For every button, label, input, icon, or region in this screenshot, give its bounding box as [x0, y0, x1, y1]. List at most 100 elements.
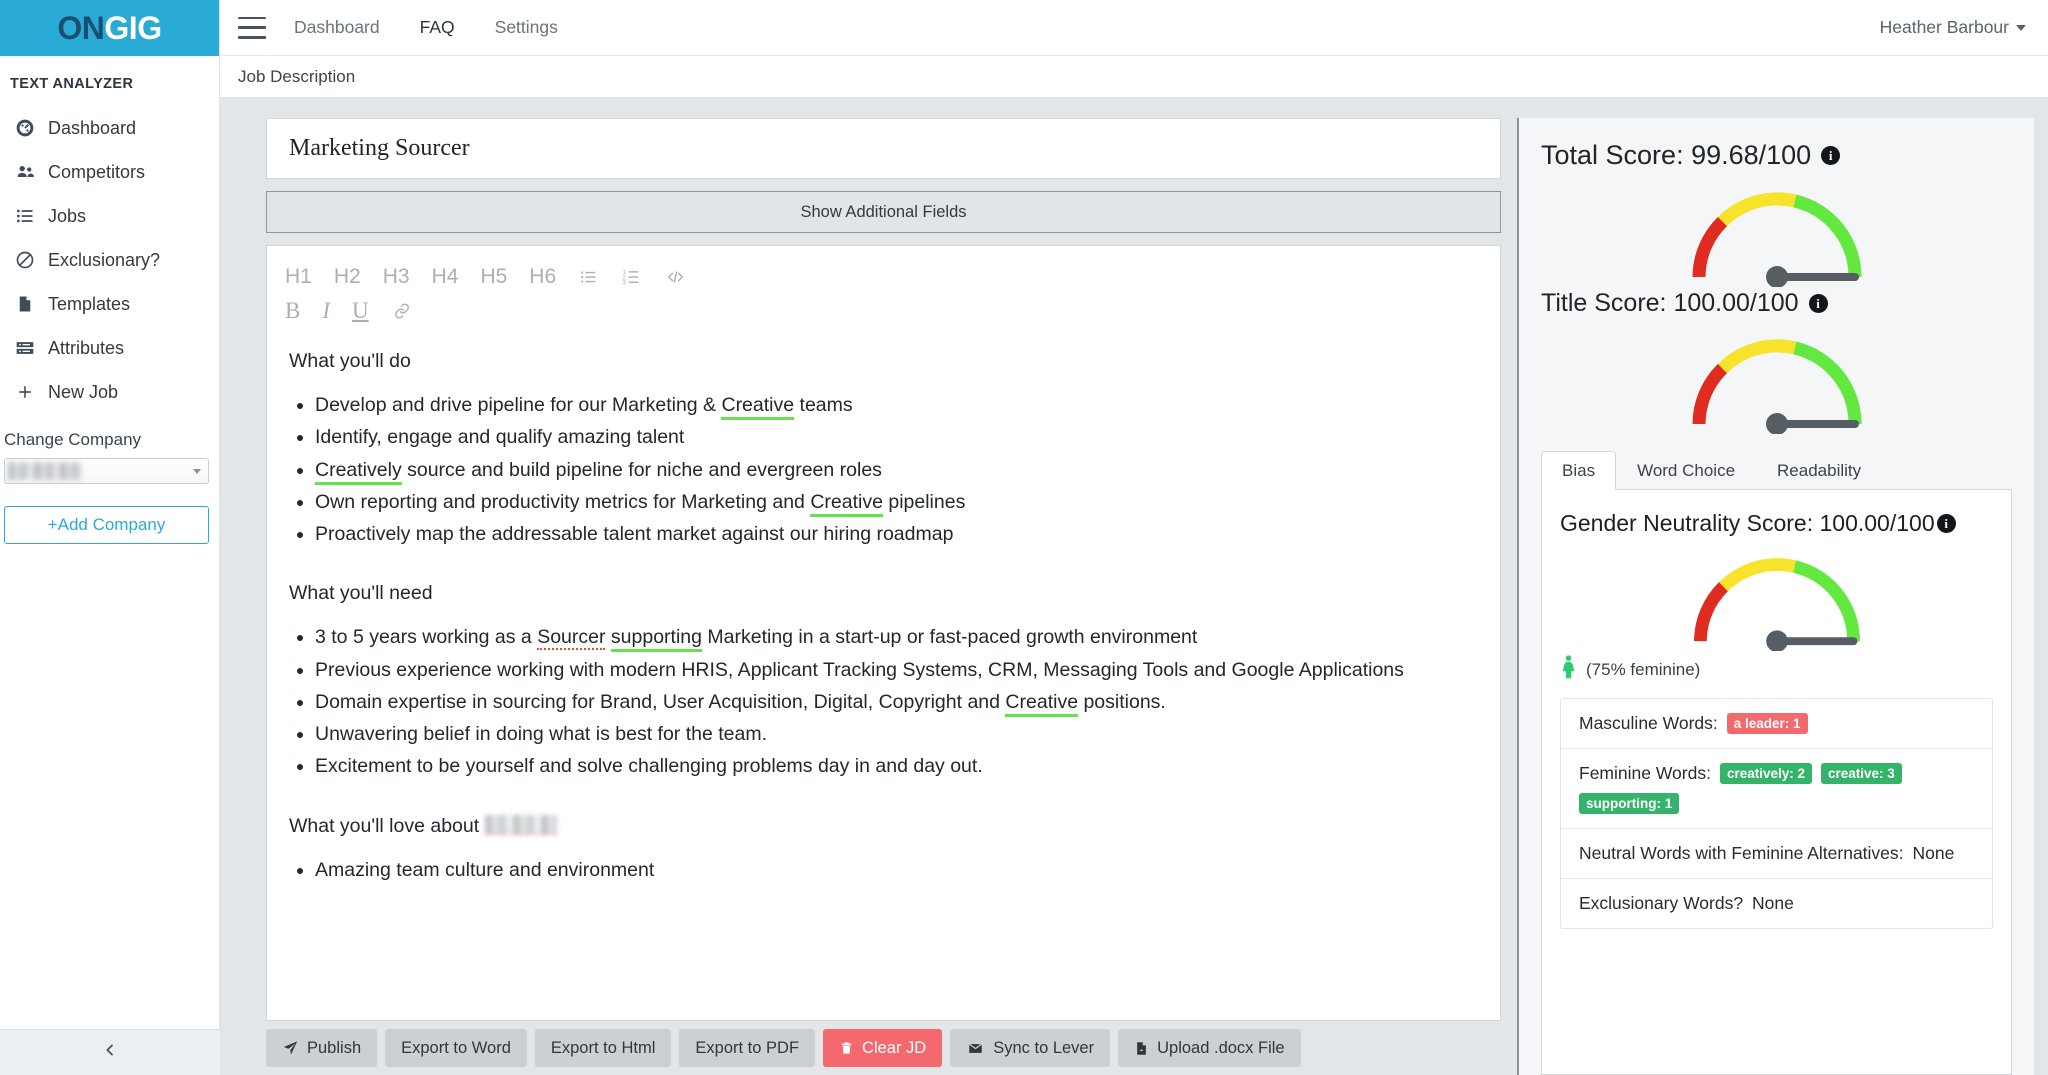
neutral-words-value: None [1913, 843, 1955, 864]
users-icon [14, 161, 36, 183]
toolbar-row-formatting: B I U [285, 294, 1482, 328]
show-additional-fields-label: Show Additional Fields [800, 203, 966, 222]
doc-bullet-list: Amazing team culture and environment [315, 856, 1478, 884]
sidebar-item-competitors[interactable]: Competitors [0, 150, 219, 194]
status-badge[interactable]: supporting: 1 [1579, 793, 1679, 814]
sidebar-item-templates[interactable]: Templates [0, 282, 219, 326]
app-root: ONGIG TEXT ANALYZER Dashboard Competitor… [0, 0, 2048, 1075]
sidebar-item-label: Jobs [48, 206, 86, 227]
title-score-heading: Title Score: 100.00/100 i [1541, 289, 2012, 318]
heading-1-icon[interactable]: H1 [285, 265, 312, 289]
brand-logo[interactable]: ONGIG [0, 0, 219, 56]
table-row: Feminine Words: creatively: 2 creative: … [1561, 749, 1992, 829]
doc-bullet-list: Develop and drive pipeline for our Marke… [315, 391, 1478, 548]
list-item: Unwavering belief in doing what is best … [315, 720, 1478, 748]
top-nav-settings[interactable]: Settings [495, 17, 558, 38]
main-area: Dashboard FAQ Settings Heather Barbour J… [220, 0, 2048, 1075]
company-select[interactable] [4, 458, 209, 484]
job-description-body[interactable]: What you'll do Develop and drive pipelin… [267, 332, 1500, 1020]
gender-neutrality-label: Gender Neutrality Score: 100.00/100 [1560, 510, 1935, 537]
heading-3-icon[interactable]: H3 [383, 265, 410, 289]
tab-readability[interactable]: Readability [1756, 451, 1882, 490]
publish-button[interactable]: Publish [266, 1029, 377, 1067]
svg-text:3: 3 [623, 281, 627, 287]
top-nav: Dashboard FAQ Settings [294, 17, 558, 38]
list-item: Amazing team culture and environment [315, 856, 1478, 884]
bias-table: Masculine Words: a leader: 1 Feminine Wo… [1560, 698, 1993, 929]
status-badge[interactable]: a leader: 1 [1727, 713, 1808, 734]
sidebar-item-label: Competitors [48, 162, 145, 183]
editor-column: Marketing Sourcer Show Additional Fields… [266, 118, 1501, 1075]
trash-icon [839, 1040, 854, 1056]
sidebar-item-label: New Job [48, 382, 118, 403]
title-score-label: Title Score: 100.00/100 [1541, 289, 1799, 318]
export-pdf-button[interactable]: Export to PDF [679, 1029, 815, 1067]
sidebar-item-new-job[interactable]: New Job [0, 370, 219, 414]
table-row: Neutral Words with Feminine Alternatives… [1561, 829, 1992, 879]
gauge-svg [1677, 543, 1877, 651]
status-badge[interactable]: creative: 3 [1821, 763, 1902, 784]
top-nav-dashboard[interactable]: Dashboard [294, 17, 380, 38]
bullet-list-icon[interactable] [578, 268, 599, 286]
list-item: Own reporting and productivity metrics f… [315, 488, 1478, 516]
score-panel: Total Score: 99.68/100 i Title Score: 10… [1517, 118, 2034, 1075]
company-value-redacted [8, 462, 82, 480]
change-company-label: Change Company [0, 414, 219, 458]
feminine-percent-label: (75% feminine) [1586, 660, 1700, 680]
sidebar-item-label: Exclusionary? [48, 250, 160, 271]
info-icon[interactable]: i [1937, 514, 1956, 533]
show-additional-fields-button[interactable]: Show Additional Fields [266, 191, 1501, 233]
sidebar-collapse-button[interactable] [0, 1029, 220, 1075]
bold-icon[interactable]: B [285, 298, 300, 324]
sidebar-item-exclusionary[interactable]: Exclusionary? [0, 238, 219, 282]
feminine-percent-row: (75% feminine) [1560, 655, 1993, 684]
spellcheck-underline: Sourcer [537, 626, 605, 650]
list-item: 3 to 5 years working as a Sourcer suppor… [315, 623, 1478, 651]
breadcrumb-label: Job Description [238, 67, 355, 87]
heading-6-icon[interactable]: H6 [529, 265, 556, 289]
heading-2-icon[interactable]: H2 [334, 265, 361, 289]
info-icon[interactable]: i [1809, 294, 1828, 313]
tab-bias[interactable]: Bias [1541, 451, 1616, 490]
add-company-button[interactable]: +Add Company [4, 506, 209, 544]
sidebar-item-label: Attributes [48, 338, 124, 359]
code-icon[interactable] [664, 268, 687, 286]
numbered-list-icon[interactable]: 123 [621, 268, 642, 286]
sidebar-item-jobs[interactable]: Jobs [0, 194, 219, 238]
status-badge[interactable]: creatively: 2 [1720, 763, 1812, 784]
hamburger-icon[interactable] [238, 17, 266, 39]
export-word-button[interactable]: Export to Word [385, 1029, 527, 1067]
list-item: Proactively map the addressable talent m… [315, 520, 1478, 548]
doc-heading: What you'll do [289, 350, 1478, 373]
file-upload-icon [1134, 1040, 1149, 1057]
link-icon[interactable] [391, 302, 413, 320]
logo-text-gig: GIG [104, 10, 161, 46]
gauge-svg [1677, 177, 1877, 287]
tab-word-choice[interactable]: Word Choice [1616, 451, 1756, 490]
underline-icon[interactable]: U [352, 298, 369, 324]
info-icon[interactable]: i [1821, 146, 1840, 165]
job-title-value: Marketing Sourcer [289, 135, 470, 161]
sync-to-lever-button[interactable]: Sync to Lever [950, 1029, 1110, 1067]
clear-jd-button[interactable]: Clear JD [823, 1029, 942, 1067]
doc-bullet-list: 3 to 5 years working as a Sourcer suppor… [315, 623, 1478, 780]
top-nav-faq[interactable]: FAQ [420, 17, 455, 38]
sidebar-item-dashboard[interactable]: Dashboard [0, 106, 219, 150]
heading-5-icon[interactable]: H5 [480, 265, 507, 289]
doc-heading-text: What you'll love about [289, 815, 485, 837]
feminine-highlight: supporting [611, 626, 702, 652]
sidebar: ONGIG TEXT ANALYZER Dashboard Competitor… [0, 0, 220, 1075]
user-menu[interactable]: Heather Barbour [1880, 17, 2026, 38]
heading-4-icon[interactable]: H4 [432, 265, 459, 289]
total-score-gauge [1541, 177, 2012, 287]
bias-tab-panel: Gender Neutrality Score: 100.00/100 i [1541, 490, 2012, 1075]
sidebar-item-attributes[interactable]: Attributes [0, 326, 219, 370]
italic-icon[interactable]: I [322, 298, 330, 324]
export-html-button[interactable]: Export to Html [535, 1029, 672, 1067]
ban-icon [14, 249, 36, 271]
feminine-highlight: Creative [721, 394, 794, 420]
table-row: Masculine Words: a leader: 1 [1561, 699, 1992, 749]
job-title-input[interactable]: Marketing Sourcer [266, 118, 1501, 179]
table-row: Exclusionary Words? None [1561, 879, 1992, 928]
upload-docx-button[interactable]: Upload .docx File [1118, 1029, 1300, 1067]
